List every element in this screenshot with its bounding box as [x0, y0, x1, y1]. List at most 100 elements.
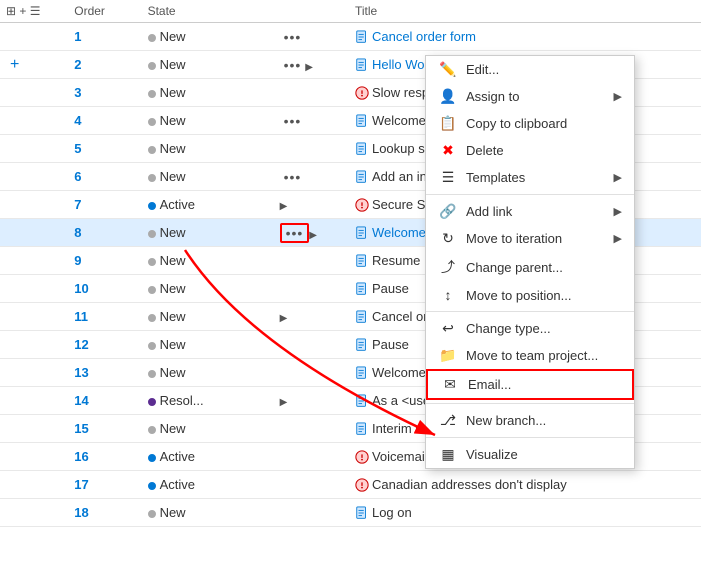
menu-item-newbranch[interactable]: ⎇New branch... [426, 407, 634, 434]
order-number[interactable]: 9 [74, 253, 81, 268]
context-menu-button[interactable]: ••• [280, 223, 310, 243]
templates-label: Templates [466, 170, 614, 185]
order-number[interactable]: 11 [74, 309, 88, 324]
state-cell: New [142, 135, 274, 163]
title-link[interactable]: Cancel order form [372, 29, 476, 44]
state-dot [148, 146, 156, 154]
menu-item-moveposition[interactable]: ↕Move to position... [426, 282, 634, 308]
row-actions-cell [0, 247, 68, 275]
title-cell: Log on [349, 499, 701, 527]
state-cell: New [142, 219, 274, 247]
expand-arrow[interactable]: ▶ [309, 230, 317, 241]
order-cell: 9 [68, 247, 141, 275]
dots-cell: ▶ [274, 191, 349, 219]
order-number[interactable]: 4 [74, 113, 81, 128]
menu-item-movetoteam[interactable]: 📁Move to team project... [426, 342, 634, 369]
context-menu-button[interactable]: ••• [280, 57, 306, 73]
state-cell: Active [142, 443, 274, 471]
newbranch-label: New branch... [466, 413, 622, 428]
bug-icon [355, 197, 372, 212]
state-label: New [160, 253, 186, 268]
state-dot [148, 90, 156, 98]
menu-item-assign[interactable]: 👤Assign to▶ [426, 83, 634, 110]
row-actions-cell [0, 387, 68, 415]
expand-arrow[interactable]: ▶ [280, 313, 288, 324]
menu-divider [426, 311, 634, 312]
state-label: New [160, 225, 186, 240]
order-number[interactable]: 6 [74, 169, 81, 184]
row-actions-cell [0, 275, 68, 303]
copy-icon: 📋 [438, 115, 458, 132]
order-number[interactable]: 16 [74, 449, 88, 464]
expand-arrow[interactable]: ▶ [305, 62, 313, 73]
state-dot [148, 258, 156, 266]
dots-cell [274, 415, 349, 443]
order-number[interactable]: 10 [74, 281, 88, 296]
order-number[interactable]: 13 [74, 365, 88, 380]
state-dot [148, 118, 156, 126]
order-cell: 12 [68, 331, 141, 359]
menu-item-visualize[interactable]: ▦Visualize [426, 441, 634, 468]
menu-item-templates[interactable]: ☰Templates▶ [426, 164, 634, 191]
moveposition-icon: ↕ [438, 287, 458, 303]
row-actions-cell [0, 23, 68, 51]
changeparent-label: Change parent... [466, 260, 622, 275]
order-cell: 13 [68, 359, 141, 387]
order-number[interactable]: 18 [74, 505, 88, 520]
order-number[interactable]: 1 [74, 29, 81, 44]
row-actions-cell [0, 359, 68, 387]
context-menu-button[interactable]: ••• [280, 113, 306, 129]
state-dot [148, 62, 156, 70]
order-number[interactable]: 8 [74, 225, 81, 240]
state-cell: New [142, 415, 274, 443]
menu-item-delete[interactable]: ✖Delete [426, 137, 634, 164]
context-menu-button[interactable]: ••• [280, 169, 306, 185]
menu-item-edit[interactable]: ✏️Edit... [426, 56, 634, 83]
expand-arrow[interactable]: ▶ [280, 397, 288, 408]
delete-icon: ✖ [438, 142, 458, 159]
state-cell: Active [142, 471, 274, 499]
order-number[interactable]: 15 [74, 421, 88, 436]
movetoteam-label: Move to team project... [466, 348, 622, 363]
order-number[interactable]: 3 [74, 85, 81, 100]
menu-divider [426, 194, 634, 195]
book-icon [355, 225, 372, 240]
order-cell: 18 [68, 499, 141, 527]
bug-icon [355, 85, 372, 100]
context-menu-button[interactable]: ••• [280, 29, 306, 45]
expand-arrow[interactable]: ▶ [280, 201, 288, 212]
copy-label: Copy to clipboard [466, 116, 622, 131]
row-actions-cell [0, 79, 68, 107]
book-icon [355, 169, 372, 184]
state-label: Active [160, 197, 195, 212]
state-cell: Resol... [142, 387, 274, 415]
row-actions-cell: + [0, 51, 68, 79]
order-cell: 14 [68, 387, 141, 415]
table-row: 17ActiveCanadian addresses don't display [0, 471, 701, 499]
menu-item-addlink[interactable]: 🔗Add link▶ [426, 198, 634, 225]
order-cell: 15 [68, 415, 141, 443]
dots-cell [274, 499, 349, 527]
changeparent-icon: ⤴ [438, 257, 458, 277]
order-number[interactable]: 12 [74, 337, 88, 352]
add-child-button[interactable]: + [6, 56, 23, 73]
order-number[interactable]: 17 [74, 477, 88, 492]
state-label: Active [160, 449, 195, 464]
order-number[interactable]: 7 [74, 197, 81, 212]
menu-item-email[interactable]: ✉Email... [426, 369, 634, 400]
col-header-icons: ⊞ + ☰ [0, 0, 68, 23]
state-dot [148, 398, 156, 406]
dots-cell: ••• [274, 23, 349, 51]
menu-item-changeparent[interactable]: ⤴ Change parent... [426, 252, 634, 282]
order-number[interactable]: 14 [74, 393, 88, 408]
order-number[interactable]: 5 [74, 141, 81, 156]
menu-item-copy[interactable]: 📋 Copy to clipboard [426, 110, 634, 137]
row-actions-cell [0, 107, 68, 135]
book-icon [355, 365, 372, 380]
menu-item-moveiteration[interactable]: ↻Move to iteration▶ [426, 225, 634, 252]
menu-item-changetype[interactable]: ↩Change type... [426, 315, 634, 342]
row-actions-cell [0, 499, 68, 527]
book-icon [355, 337, 372, 352]
order-number[interactable]: 2 [74, 57, 81, 72]
state-label: New [160, 309, 186, 324]
